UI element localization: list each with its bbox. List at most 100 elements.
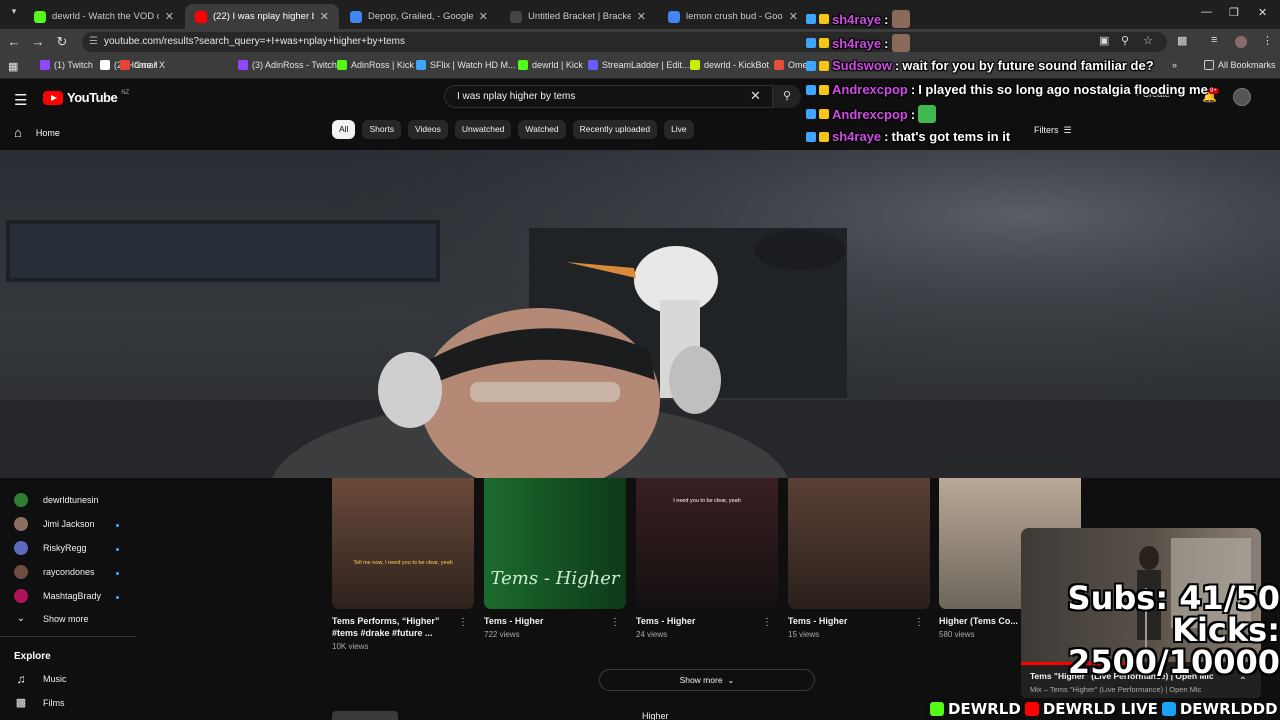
bookmark-item[interactable]: AdinRoss | Kick — [337, 60, 414, 70]
sidebar-item-music[interactable]: ♫ Music — [14, 672, 67, 686]
video-thumbnail[interactable] — [788, 478, 930, 609]
next-result-thumb[interactable] — [398, 711, 630, 720]
tab-favicon-icon — [34, 10, 46, 23]
video-result-card[interactable]: Tems - Higher Tems - Higher 722 views ⋮ — [484, 478, 626, 639]
close-window-icon[interactable]: ✕ — [1258, 6, 1267, 19]
bookmark-item[interactable]: dewrld - KickBot — [690, 60, 769, 70]
profile-avatar[interactable] — [1235, 36, 1247, 48]
crown-badge-icon — [819, 14, 829, 24]
bookmark-label: StreamLadder | Edit... — [602, 60, 690, 70]
tab-search-icon[interactable]: ▾ — [6, 6, 22, 22]
bookmark-favicon-icon — [100, 60, 110, 70]
tab-close-icon[interactable]: ✕ — [637, 10, 646, 23]
search-button[interactable]: ⚲ — [773, 85, 801, 108]
browser-tab[interactable]: Depop, Grailed, - Google Searc ✕ — [340, 4, 498, 29]
clear-search-icon[interactable]: ✕ — [750, 88, 761, 104]
more-bookmarks-icon[interactable]: » — [1172, 60, 1177, 70]
sidebar-item-films[interactable]: ▩ Films — [14, 696, 65, 709]
bookmark-item[interactable]: SFlix | Watch HD M... — [416, 60, 516, 70]
chat-username: sh4raye — [832, 11, 882, 27]
channel-name: dewrldtunesin — [43, 495, 99, 505]
filter-chip[interactable]: Recently uploaded — [572, 120, 658, 139]
minimize-icon[interactable]: — — [1201, 6, 1212, 18]
filter-chip[interactable]: Live — [664, 120, 694, 139]
apps-grid-icon[interactable]: ▦ — [8, 60, 18, 73]
filter-chip[interactable]: Shorts — [362, 120, 402, 139]
sidebar-item-subscription[interactable]: raycondones — [14, 565, 95, 579]
menu-icon[interactable]: ☰ — [14, 91, 27, 109]
bookmark-item[interactable]: (3) AdinRoss - Twitch — [238, 60, 337, 70]
bookmark-favicon-icon — [416, 60, 426, 70]
bookmark-star-icon[interactable]: ☆ — [1143, 34, 1153, 47]
more-options-icon[interactable]: ⋮ — [458, 617, 468, 628]
more-options-icon[interactable]: ⋮ — [914, 617, 924, 628]
bookmark-item[interactable]: dewrld | Kick — [518, 60, 583, 70]
video-thumbnail[interactable]: Tems - Higher — [484, 478, 626, 609]
browser-tab[interactable]: dewrld - Watch the VOD on Kic ✕ — [24, 4, 184, 29]
video-result-card[interactable]: I need you to be clear, yeah Tems - Highe… — [636, 478, 778, 639]
url-field[interactable]: ☰ youtube.com/results?search_query=+I+wa… — [82, 32, 1167, 52]
tab-close-icon[interactable]: ✕ — [789, 10, 798, 23]
chrome-menu-icon[interactable]: ⋮ — [1262, 34, 1273, 47]
chat-separator: : — [884, 35, 889, 51]
bookmark-item[interactable]: Ome — [774, 60, 808, 70]
media-controls-icon[interactable]: ≡ — [1211, 34, 1217, 46]
show-more-subscriptions[interactable]: ⌄ Show more — [14, 613, 89, 624]
filter-chip[interactable]: All — [332, 120, 356, 139]
show-more-results-button[interactable]: Show more ⌄ — [599, 669, 815, 691]
filter-chip[interactable]: Watched — [518, 120, 566, 139]
sidebar-item-subscription[interactable]: dewrldtunesin — [14, 493, 99, 507]
sidebar-item-home[interactable]: ⌂ Home — [14, 125, 60, 140]
video-title[interactable]: Tems - Higher — [484, 615, 608, 627]
filters-button[interactable]: Filters ☰ — [1034, 125, 1072, 136]
video-result-card[interactable]: Tems - Higher 15 views ⋮ — [788, 478, 930, 639]
next-result-thumb-left[interactable] — [332, 711, 398, 720]
chat-separator: : — [884, 11, 889, 27]
chat-username: Andrexcpop — [832, 82, 908, 97]
more-options-icon[interactable]: ⋮ — [610, 617, 620, 628]
account-avatar[interactable] — [1233, 88, 1251, 106]
filter-chip[interactable]: Videos — [408, 120, 448, 139]
search-input[interactable]: I was nplay higher by tems — [444, 85, 773, 108]
video-result-card[interactable]: Tell me now, I need you to be clear, yea… — [332, 478, 474, 651]
zoom-icon[interactable]: ⚲ — [1121, 34, 1129, 47]
explore-heading: Explore — [14, 651, 51, 662]
tab-close-icon[interactable]: ✕ — [165, 10, 174, 23]
tab-close-icon[interactable]: ✕ — [320, 10, 329, 23]
browser-tab[interactable]: Untitled Bracket | Bracket HQ ✕ — [500, 4, 656, 29]
extensions-icon[interactable]: ▩ — [1177, 34, 1187, 47]
chat-separator: : — [884, 129, 889, 144]
site-info-icon[interactable]: ☰ — [89, 32, 98, 52]
channel-avatar — [14, 541, 28, 555]
video-title[interactable]: Tems - Higher — [636, 615, 760, 627]
next-result-title[interactable]: Higher — [642, 711, 669, 720]
chat-message: Sudswow: wait for you by future sound fam… — [806, 58, 1154, 73]
browser-tab[interactable]: (22) I was nplay higher by tems ✕ — [185, 4, 339, 29]
install-icon[interactable]: ▣ — [1099, 34, 1109, 47]
reload-icon[interactable]: ↻ — [54, 34, 70, 50]
back-icon[interactable]: ← — [6, 34, 22, 50]
more-options-icon[interactable]: ⋮ — [762, 617, 772, 628]
video-title[interactable]: Tems - Higher — [788, 615, 912, 627]
maximize-icon[interactable]: ❐ — [1229, 6, 1239, 19]
sidebar-item-subscription[interactable]: MashtagBrady — [14, 589, 101, 603]
video-thumbnail[interactable]: I need you to be clear, yeah — [636, 478, 778, 609]
browser-tab[interactable]: lemon crush bud - Google Sear ✕ — [658, 4, 808, 29]
forward-icon[interactable]: → — [30, 34, 46, 50]
chat-separator: : — [910, 82, 916, 97]
sidebar-item-subscription[interactable]: Jimi Jackson — [14, 517, 95, 531]
chat-emote-icon — [918, 105, 937, 123]
filter-chip[interactable]: Unwatched — [454, 120, 512, 139]
bookmark-item[interactable]: Gmail — [120, 60, 158, 70]
sidebar-item-subscription[interactable]: RiskyRegg — [14, 541, 87, 555]
video-thumbnail[interactable]: Tell me now, I need you to be clear, yea… — [332, 478, 474, 609]
all-bookmarks[interactable]: All Bookmarks — [1204, 60, 1276, 70]
youtube-logo[interactable]: YouTube NZ — [43, 90, 129, 105]
bookmark-item[interactable]: StreamLadder | Edit... — [588, 60, 689, 70]
video-title[interactable]: Tems Performs, “Higher” #tems #drake #fu… — [332, 615, 456, 639]
tab-close-icon[interactable]: ✕ — [479, 10, 488, 23]
thumbnail-caption: Tems - Higher — [490, 568, 620, 589]
bookmark-item[interactable]: (1) Twitch — [40, 60, 93, 70]
chat-separator: : — [910, 106, 916, 122]
live-indicator — [116, 596, 119, 599]
